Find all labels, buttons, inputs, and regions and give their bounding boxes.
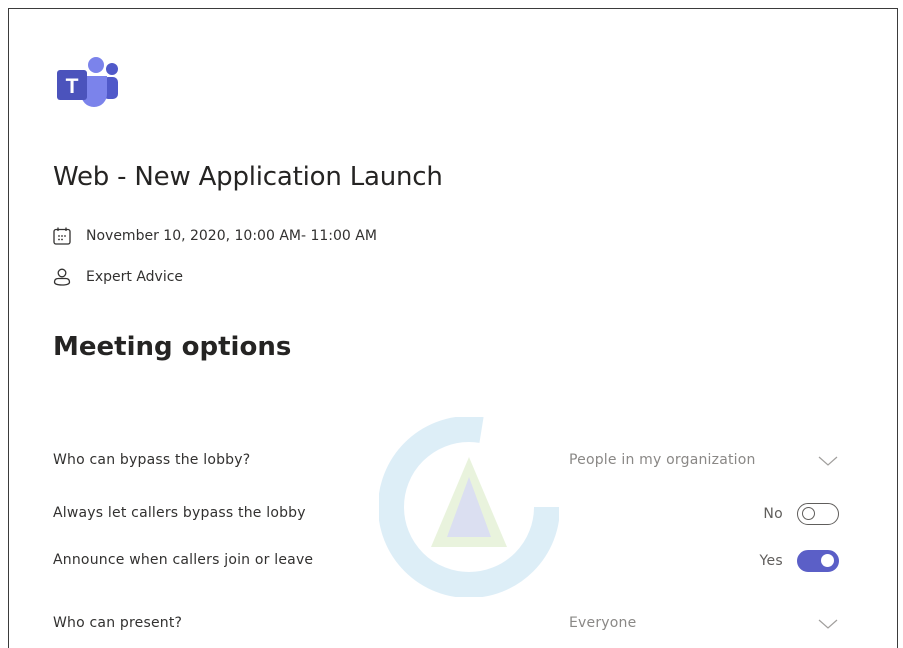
toggle-group: Yes xyxy=(759,546,839,576)
option-row-announce: Announce when callers join or leave Yes xyxy=(53,546,839,576)
option-row-lobby-bypass: Who can bypass the lobby? People in my o… xyxy=(53,446,839,476)
option-label: Who can present? xyxy=(53,615,183,631)
option-row-callers-bypass: Always let callers bypass the lobby No xyxy=(53,499,839,529)
person-icon xyxy=(52,267,72,287)
toggle-state-label: No xyxy=(763,506,783,522)
dropdown-value: Everyone xyxy=(569,615,637,631)
meeting-datetime-row: November 10, 2020, 10:00 AM- 11:00 AM xyxy=(52,226,377,246)
toggle-state-label: Yes xyxy=(759,553,783,569)
toggle-group: No xyxy=(763,499,839,529)
meeting-organizer: Expert Advice xyxy=(86,269,184,285)
dropdown-value: People in my organization xyxy=(569,452,756,468)
meeting-organizer-row: Expert Advice xyxy=(52,267,183,287)
announce-toggle[interactable] xyxy=(797,550,839,572)
toggle-knob xyxy=(821,554,834,567)
section-title: Meeting options xyxy=(53,332,292,362)
teams-logo-icon: T xyxy=(57,57,118,107)
chevron-down-icon xyxy=(818,456,838,466)
callers-bypass-toggle[interactable] xyxy=(797,503,839,525)
presenters-dropdown[interactable]: Everyone xyxy=(569,609,839,639)
option-label: Who can bypass the lobby? xyxy=(53,452,251,468)
meeting-title: Web - New Application Launch xyxy=(53,162,443,192)
toggle-knob xyxy=(802,507,815,520)
meeting-options-page: T Web - New Application Launch November … xyxy=(8,8,898,648)
option-label: Always let callers bypass the lobby xyxy=(53,505,306,521)
calendar-icon xyxy=(52,226,72,246)
meeting-datetime: November 10, 2020, 10:00 AM- 11:00 AM xyxy=(86,228,377,244)
svg-text:T: T xyxy=(66,75,79,98)
chevron-down-icon xyxy=(818,619,838,629)
lobby-bypass-dropdown[interactable]: People in my organization xyxy=(569,446,839,476)
option-row-presenters: Who can present? Everyone xyxy=(53,609,839,639)
option-label: Announce when callers join or leave xyxy=(53,552,314,568)
